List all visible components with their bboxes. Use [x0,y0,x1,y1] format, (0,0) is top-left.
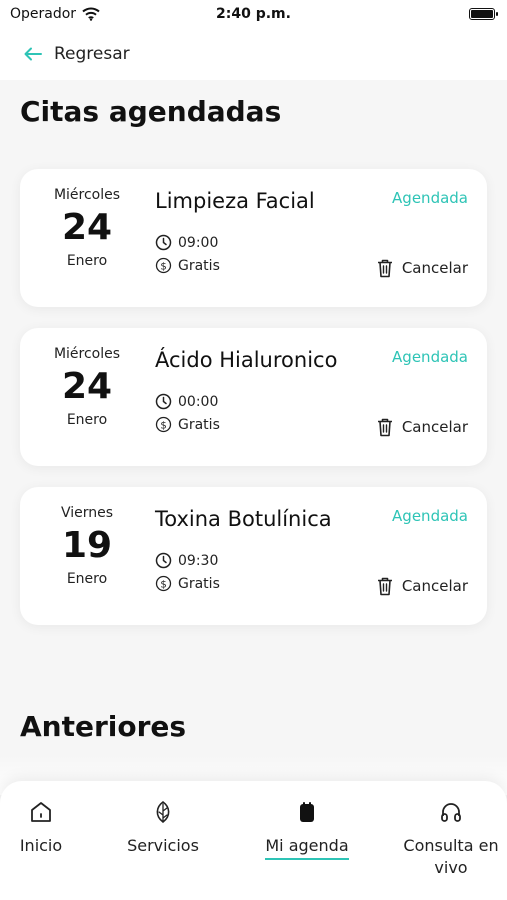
past-section-title: Anteriores [20,710,187,743]
appointment-service: Toxina Botulínica [155,507,332,531]
appointment-price: Gratis [178,257,220,274]
appointment-price-row: $ Gratis [155,575,220,592]
tab-bar: Inicio Servicios Mi agenda Consulta en v… [0,781,507,900]
arrow-left-icon [24,47,42,61]
coin-icon: $ [155,416,172,433]
svg-text:$: $ [160,579,166,590]
cancel-button[interactable]: Cancelar [376,258,468,278]
appointment-day: 24 [61,207,113,248]
wifi-icon [82,7,100,21]
appointment-price: Gratis [178,416,220,433]
appointment-time: 09:30 [178,552,219,569]
appointment-price: Gratis [178,575,220,592]
home-icon [31,802,51,822]
tab-inicio[interactable]: Inicio [0,799,96,857]
battery-icon [469,8,498,20]
appointment-time: 00:00 [178,393,219,410]
appointment-price-row: $ Gratis [155,416,220,433]
appointment-month: Enero [66,571,108,587]
appointment-card[interactable]: Miércoles 24 Enero Ácido Hialuronico Agendad… [20,328,487,466]
tab-consulta-en-vivo[interactable]: Consulta en vivo [396,799,506,879]
appointment-day: 24 [61,366,113,407]
appointment-day: 19 [61,525,113,566]
battery-level [471,10,493,18]
back-label: Regresar [54,44,130,64]
cancel-button[interactable]: Cancelar [376,417,468,437]
status-left: Operador [10,6,100,22]
appointment-time-row: 09:00 [155,234,218,251]
appointment-weekday: Miércoles [53,346,121,362]
cancel-label: Cancelar [401,577,468,595]
trash-icon [376,576,394,596]
appointment-card[interactable]: Miércoles 24 Enero Limpieza Facial Agendada 0… [20,169,487,307]
tab-label-servicios: Servicios [127,836,199,855]
tab-mi-agenda[interactable]: Mi agenda [252,799,362,860]
status-badge: Agendada [392,507,468,525]
appointment-weekday: Viernes [60,505,114,521]
trash-icon [376,417,394,437]
coin-icon: $ [155,257,172,274]
appointment-price-row: $ Gratis [155,257,220,274]
appointment-date: Viernes 19 Enero [20,505,154,587]
clock-icon [155,234,172,251]
appointment-weekday: Miércoles [53,187,121,203]
appointment-month: Enero [66,412,108,428]
svg-text:$: $ [160,261,166,272]
tab-label-mi-agenda: Mi agenda [265,835,349,860]
leaf-icon [156,801,170,824]
back-button[interactable]: Regresar [24,44,130,64]
tab-servicios[interactable]: Servicios [108,799,218,857]
cancel-label: Cancelar [401,418,468,436]
nav-header: Regresar [0,28,507,80]
tab-label-inicio: Inicio [19,836,63,855]
appointment-service: Ácido Hialuronico [155,348,338,372]
status-badge: Agendada [392,348,468,366]
trash-icon [376,258,394,278]
appointment-time-row: 00:00 [155,393,218,410]
page-title: Citas agendadas [20,95,282,128]
clock-icon [155,393,172,410]
cancel-label: Cancelar [401,259,468,277]
status-badge: Agendada [392,189,468,207]
appointment-card[interactable]: Viernes 19 Enero Toxina Botulínica Agendada 0… [20,487,487,625]
headphones-icon [441,803,461,822]
appointment-month: Enero [66,253,108,269]
svg-text:$: $ [160,420,166,431]
appointment-date: Miércoles 24 Enero [20,346,154,428]
coin-icon: $ [155,575,172,592]
tab-label-consulta-en-vivo: Consulta en vivo [403,836,499,877]
appointment-date: Miércoles 24 Enero [20,187,154,269]
appointment-time-row: 09:30 [155,552,218,569]
agenda-icon [300,802,314,822]
appointment-service: Limpieza Facial [155,189,315,213]
status-bar: Operador 2:40 p.m. [0,0,507,28]
clock-icon [155,552,172,569]
carrier-label: Operador [10,6,77,22]
cancel-button[interactable]: Cancelar [376,576,468,596]
appointment-time: 09:00 [178,234,219,251]
